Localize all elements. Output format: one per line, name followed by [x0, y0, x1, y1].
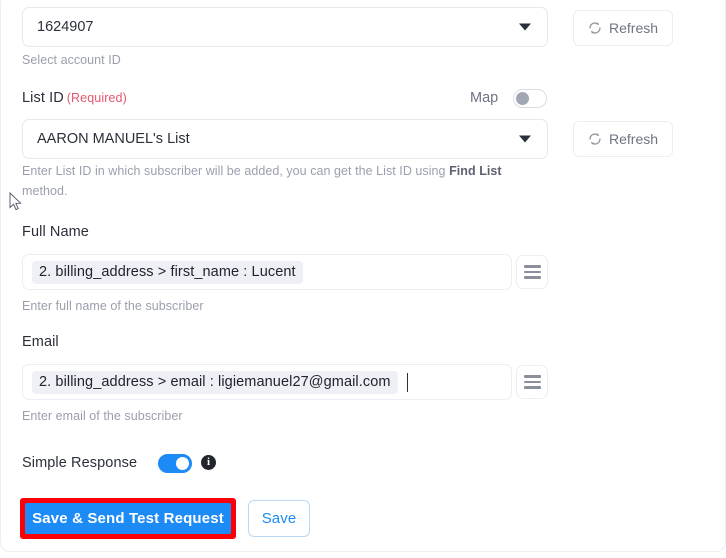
email-helper: Enter email of the subscriber — [22, 409, 183, 423]
refresh-account-label: Refresh — [609, 20, 659, 36]
refresh-icon — [589, 22, 601, 34]
simple-response-toggle-knob — [176, 457, 189, 470]
account-id-helper: Select account ID — [22, 53, 121, 67]
chevron-down-icon[interactable] — [519, 23, 531, 31]
list-id-required-tag: (Required) — [66, 91, 127, 105]
full-name-token[interactable]: 2. billing_address > first_name : Lucent — [32, 260, 303, 284]
list-id-label-text: List ID — [22, 90, 64, 106]
email-input[interactable]: 2. billing_address > email : ligiemanuel… — [22, 364, 512, 400]
account-id-value: 1624907 — [37, 19, 94, 35]
list-id-value: AARON MANUEL's List — [37, 131, 190, 147]
list-id-helper-part2: method. — [22, 184, 68, 198]
refresh-list-button[interactable]: Refresh — [573, 121, 674, 157]
email-menu-button[interactable] — [516, 365, 548, 399]
save-send-test-request-button[interactable]: Save & Send Test Request — [25, 503, 231, 534]
hamburger-icon-bar — [523, 270, 541, 274]
list-id-helper-part1: Enter List ID in which subscriber will b… — [22, 164, 450, 178]
mouse-cursor-icon — [9, 192, 22, 211]
hamburger-icon-bar — [523, 375, 541, 378]
account-id-select[interactable]: 1624907 — [22, 7, 548, 47]
full-name-menu-button[interactable] — [516, 255, 548, 289]
list-id-label: List ID (Required) — [22, 90, 127, 106]
email-token[interactable]: 2. billing_address > email : ligiemanuel… — [32, 370, 398, 394]
simple-response-toggle[interactable] — [158, 454, 192, 473]
hamburger-icon-bar — [523, 276, 541, 279]
list-id-helper: Enter List ID in which subscriber will b… — [22, 161, 542, 201]
save-send-test-request-highlight: Save & Send Test Request — [20, 498, 236, 539]
hamburger-icon-bar — [523, 265, 541, 268]
map-toggle[interactable] — [513, 89, 547, 108]
full-name-input[interactable]: 2. billing_address > first_name : Lucent — [22, 254, 512, 290]
full-name-label: Full Name — [22, 224, 89, 240]
save-button[interactable]: Save — [248, 500, 310, 537]
refresh-icon — [589, 133, 601, 145]
chevron-down-icon[interactable] — [519, 135, 531, 143]
refresh-account-button[interactable]: Refresh — [573, 10, 674, 46]
full-name-helper: Enter full name of the subscriber — [22, 299, 204, 313]
form-panel: 1624907 Refresh Select account ID List I… — [0, 0, 726, 558]
map-label: Map — [470, 90, 499, 106]
map-toggle-knob — [516, 92, 529, 105]
hamburger-icon-bar — [523, 386, 541, 389]
list-id-select[interactable]: AARON MANUEL's List — [22, 119, 548, 159]
info-icon[interactable]: i — [201, 455, 216, 470]
find-list-link[interactable]: Find List — [449, 164, 502, 178]
email-label: Email — [22, 334, 59, 350]
hamburger-icon-bar — [523, 380, 541, 384]
refresh-list-label: Refresh — [609, 131, 659, 147]
text-caret — [406, 372, 409, 392]
simple-response-label: Simple Response — [22, 455, 138, 471]
